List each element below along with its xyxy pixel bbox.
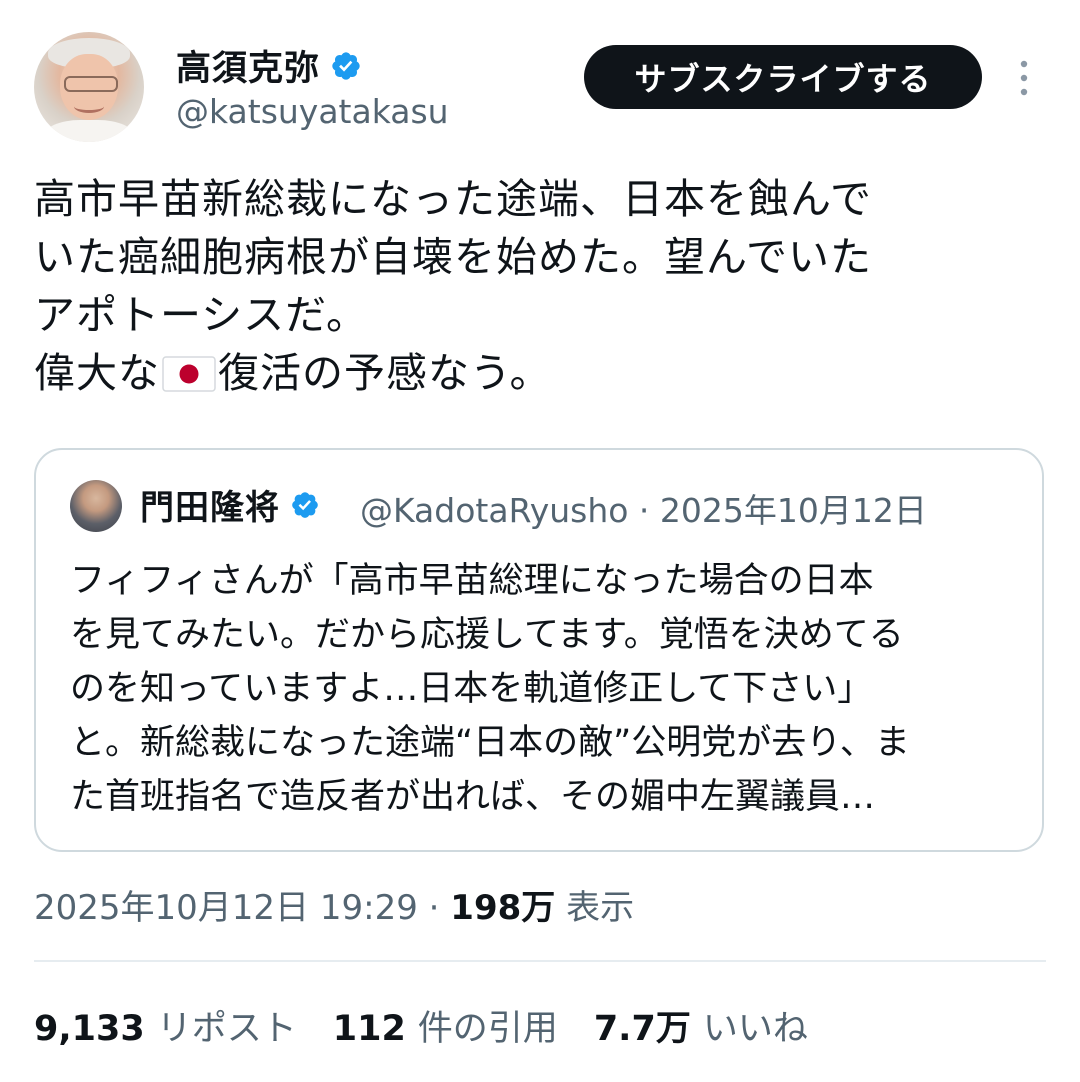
quotes-label: 件の引用 <box>417 1009 558 1049</box>
reposts-label: リポスト <box>156 1009 297 1049</box>
tweet-line: いた癌細胞病根が自壊を始めた。望んでいた <box>34 233 872 281</box>
author-avatar[interactable] <box>34 32 144 142</box>
subscribe-button[interactable]: サブスクライブする <box>584 45 982 109</box>
reposts-count: 9,133 <box>34 1009 145 1049</box>
avatar-smile <box>74 100 104 113</box>
avatar-shirt <box>44 120 134 142</box>
tweet-text: 高市早苗新総裁になった途端、日本を蝕んで いた癌細胞病根が自壊を始めた。望んでい… <box>34 170 1044 402</box>
quoted-author-name[interactable]: 門田隆将 <box>140 480 320 529</box>
engagement-stats: 9,133 リポスト 112 件の引用 7.7万 いいね <box>34 1000 808 1051</box>
tweet-timestamp-row: 2025年10月12日 19:29 · 198万 表示 <box>34 880 634 929</box>
quoted-author-name-text: 門田隆将 <box>140 488 280 528</box>
tweet-timestamp[interactable]: 2025年10月12日 19:29 · <box>34 888 450 928</box>
verified-badge-icon <box>292 491 318 518</box>
tweet-line: 高市早苗新総裁になった途端、日本を蝕んで <box>34 175 872 223</box>
quoted-author-avatar[interactable] <box>70 480 122 532</box>
more-options-icon[interactable] <box>1012 56 1036 100</box>
tweet-line: アポトーシスだ。 <box>34 291 368 339</box>
likes-label: いいね <box>702 1009 808 1049</box>
quoted-tweet-card[interactable]: 門田隆将 @KadotaRyusho · 2025年10月12日 フィフィさんが… <box>34 448 1044 852</box>
tweet-line: 復活の予感なう。 <box>218 349 552 397</box>
divider <box>34 960 1046 962</box>
author-handle[interactable]: @katsuyatakasu <box>176 92 449 131</box>
author-name-text: 高須克弥 <box>176 49 321 89</box>
reposts-stat[interactable]: 9,133 リポスト <box>34 1000 297 1051</box>
japan-flag-icon <box>162 356 216 392</box>
tweet-line: 偉大な <box>34 349 160 397</box>
author-name[interactable]: 高須克弥 <box>176 40 362 91</box>
views-label: 表示 <box>555 888 635 928</box>
verified-badge-icon <box>332 51 360 80</box>
views-count: 198万 <box>450 888 556 928</box>
likes-count: 7.7万 <box>593 1009 691 1049</box>
avatar-glasses <box>64 76 118 92</box>
quotes-count: 112 <box>332 1009 406 1049</box>
quoted-handle-and-date[interactable]: @KadotaRyusho · 2025年10月12日 <box>360 484 927 532</box>
quoted-tweet-text: フィフィさんが「高市早苗総理になった場合の日本 を見てみたい。だから応援してます… <box>70 561 910 817</box>
likes-stat[interactable]: 7.7万 いいね <box>594 1000 808 1051</box>
quotes-stat[interactable]: 112 件の引用 <box>333 1000 558 1051</box>
